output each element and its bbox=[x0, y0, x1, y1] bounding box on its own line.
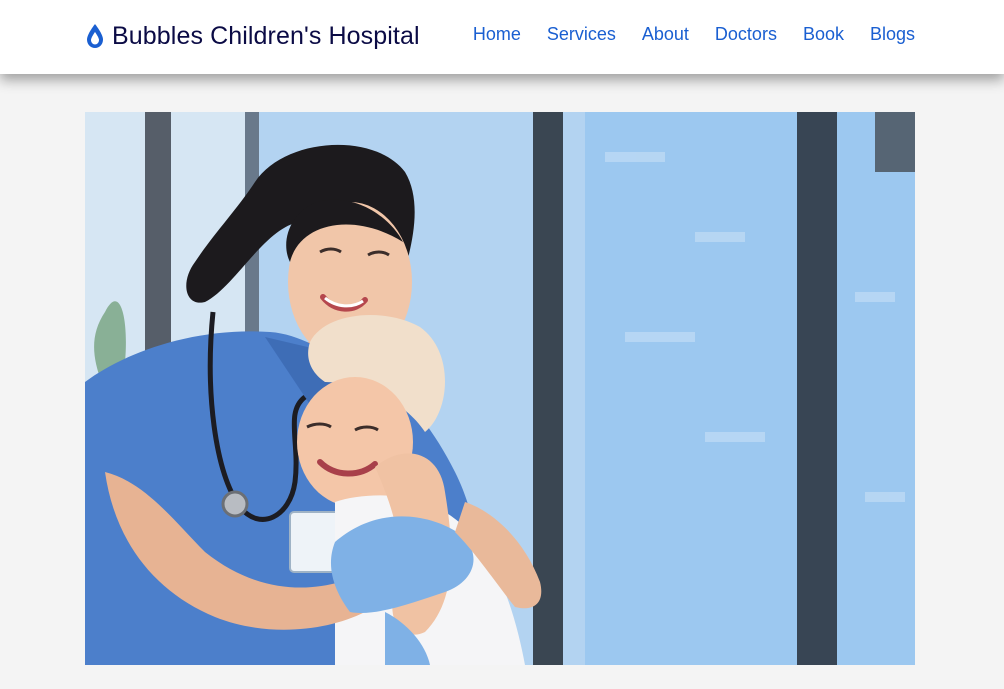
main-nav: Home Services About Doctors Book Blogs bbox=[447, 24, 915, 45]
navbar: Bubbles Children's Hospital Home Service… bbox=[0, 0, 1004, 74]
nav-link-doctors[interactable]: Doctors bbox=[715, 24, 777, 45]
nav-link-services[interactable]: Services bbox=[547, 24, 616, 45]
nav-link-about[interactable]: About bbox=[642, 24, 689, 45]
hero-image bbox=[85, 112, 915, 665]
brand-logo-link[interactable]: Bubbles Children's Hospital bbox=[85, 20, 420, 52]
nav-link-book[interactable]: Book bbox=[803, 24, 844, 45]
nav-link-blogs[interactable]: Blogs bbox=[870, 24, 915, 45]
water-drop-icon bbox=[85, 23, 105, 49]
nav-link-home[interactable]: Home bbox=[473, 24, 521, 45]
hero-illustration bbox=[85, 112, 915, 665]
brand-name: Bubbles Children's Hospital bbox=[112, 21, 420, 50]
